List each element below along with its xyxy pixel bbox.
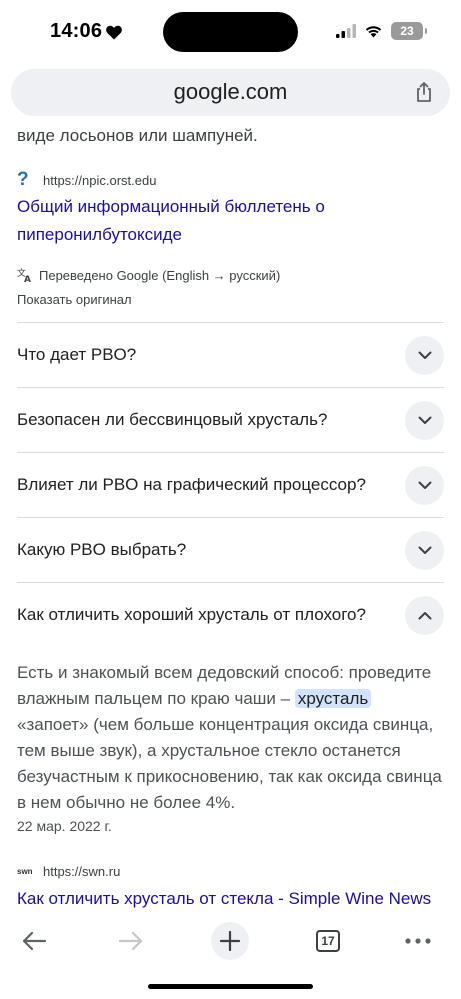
wifi-icon xyxy=(365,26,382,38)
clock: 14:06 xyxy=(50,20,103,42)
url-text[interactable]: google.com xyxy=(11,79,450,105)
back-arrow-icon xyxy=(22,931,47,951)
faq-answer: Есть и знакомый всем дедовский способ: п… xyxy=(17,660,447,816)
svg-text:A: A xyxy=(24,275,31,283)
address-bar[interactable]: google.com xyxy=(11,69,450,116)
chevron-up-icon xyxy=(418,612,431,620)
snippet-text: виде лосьонов или шампуней. xyxy=(17,126,258,145)
battery-icon: 23 xyxy=(391,22,427,40)
translate-icon: 文 A xyxy=(17,267,31,283)
tabs-button[interactable]: 17 xyxy=(308,921,348,961)
faq-item-expanded[interactable]: Как отличить хороший хрусталь от плохого… xyxy=(17,582,444,647)
translation-note-text: Переведено Google (English → русский) xyxy=(39,267,281,283)
faq-item[interactable]: Какую PBO выбрать? xyxy=(17,517,444,582)
faq-question[interactable]: Какую PBO выбрать? xyxy=(17,540,186,560)
cellular-signal-icon xyxy=(336,24,356,38)
more-icon xyxy=(405,938,431,944)
forward-button[interactable] xyxy=(111,921,151,961)
forward-arrow-icon xyxy=(118,931,143,951)
bottom-toolbar: 17 xyxy=(0,916,461,966)
expand-button[interactable] xyxy=(405,401,444,440)
chevron-down-icon xyxy=(418,481,431,489)
result-title-link[interactable]: Общий информационный бюллетень о пиперон… xyxy=(17,193,437,249)
faq-question[interactable]: Безопасен ли бессвинцовый хрусталь? xyxy=(17,410,327,430)
chevron-down-icon xyxy=(418,416,431,424)
tabs-icon: 17 xyxy=(316,930,340,952)
faq-item[interactable]: Безопасен ли бессвинцовый хрусталь? xyxy=(17,387,444,452)
source-row[interactable]: swn https://swn.ru xyxy=(17,864,120,879)
dynamic-island xyxy=(163,12,298,52)
answer-date: 22 мар. 2022 г. xyxy=(17,818,112,834)
more-button[interactable] xyxy=(398,921,438,961)
source-url[interactable]: https://npic.orst.edu xyxy=(43,173,156,188)
search-results: виде лосьонов или шампуней. ? https://np… xyxy=(0,118,461,918)
result-title-link[interactable]: Как отличить хрусталь от стекла - Simple… xyxy=(17,885,437,913)
show-original-link[interactable]: Показать оригинал xyxy=(17,292,132,307)
faq-question[interactable]: Что дает PBO? xyxy=(17,345,136,365)
back-button[interactable] xyxy=(14,921,54,961)
source-row[interactable]: ? https://npic.orst.edu xyxy=(17,169,156,190)
translation-note: 文 A Переведено Google (English → русский… xyxy=(17,267,280,283)
site-favicon: ? xyxy=(17,169,29,190)
site-favicon: swn xyxy=(17,867,33,876)
share-icon[interactable] xyxy=(412,80,436,104)
faq-question[interactable]: Как отличить хороший хрусталь от плохого… xyxy=(17,605,366,625)
new-tab-button[interactable] xyxy=(211,922,249,960)
expand-button[interactable] xyxy=(405,466,444,505)
status-time: 14:06 xyxy=(50,20,123,43)
plus-icon xyxy=(220,931,240,951)
source-url[interactable]: https://swn.ru xyxy=(43,864,120,879)
heart-icon xyxy=(106,25,123,39)
faq-question[interactable]: Влияет ли PBO на графический процессор? xyxy=(17,475,366,495)
highlighted-term: хрусталь xyxy=(294,689,372,708)
chevron-down-icon xyxy=(418,546,431,554)
status-icons: 23 xyxy=(336,22,427,40)
home-indicator[interactable] xyxy=(148,984,313,989)
expand-button[interactable] xyxy=(405,336,444,375)
faq-item[interactable]: Влияет ли PBO на графический процессор? xyxy=(17,452,444,517)
answer-text: «запоет» (чем больше концентрация оксида… xyxy=(17,715,442,812)
collapse-button[interactable] xyxy=(405,596,444,635)
faq-item[interactable]: Что дает PBO? xyxy=(17,322,444,387)
chevron-down-icon xyxy=(418,351,431,359)
status-bar: 14:06 23 xyxy=(0,0,461,62)
expand-button[interactable] xyxy=(405,531,444,570)
